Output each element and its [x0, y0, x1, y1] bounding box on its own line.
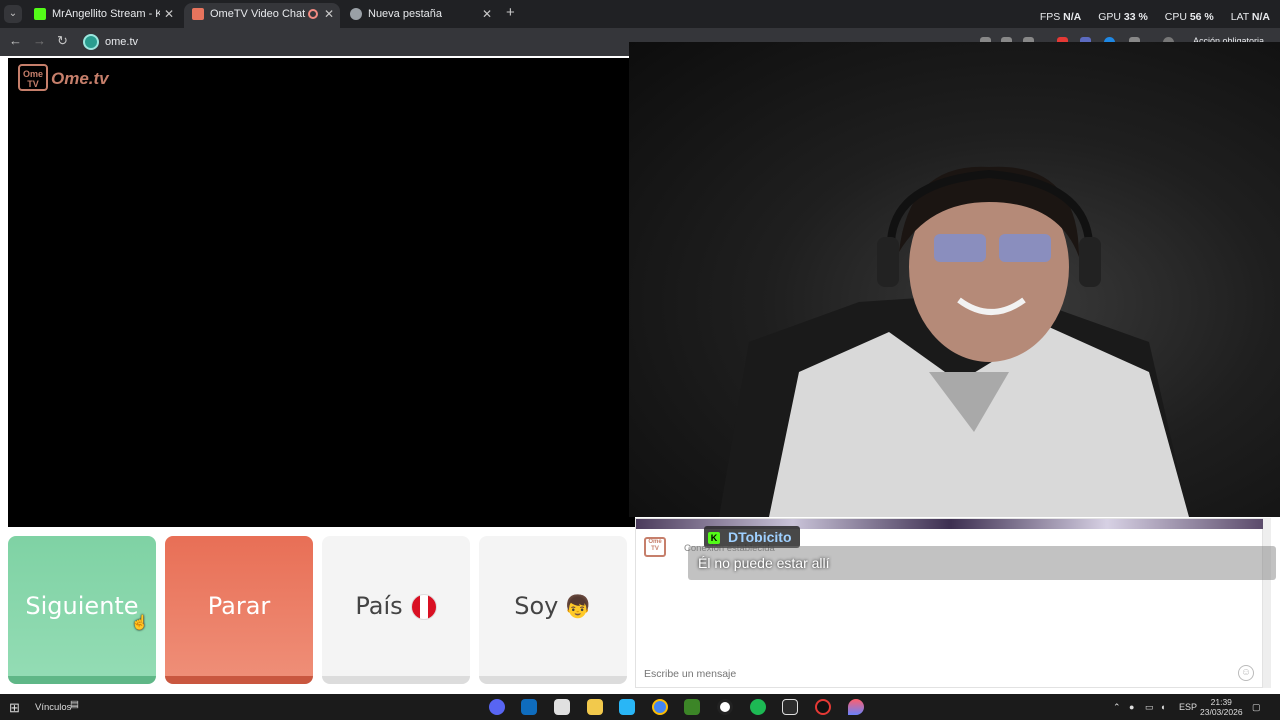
kick-logo-icon: K	[708, 532, 720, 545]
volume-icon[interactable]: ◖	[1160, 702, 1165, 712]
store-icon[interactable]	[554, 699, 570, 715]
app-f-icon[interactable]	[619, 699, 635, 715]
fps-label: FPS	[1039, 11, 1061, 23]
ometv-favicon-icon	[192, 8, 204, 20]
username-text: DTobicito	[728, 529, 792, 545]
clock-date: 23/03/2026	[1200, 707, 1243, 717]
gpu-value: 33 %	[1123, 11, 1148, 23]
drop-app-icon[interactable]	[848, 699, 864, 715]
peru-flag-icon	[410, 594, 437, 620]
language-indicator[interactable]: ESP	[1179, 702, 1197, 712]
person-silhouette-icon	[719, 166, 1189, 517]
tab-strip: ⌄ MrAngellito Stream - Kick Dash ✕ OmeTV…	[0, 0, 1280, 28]
reload-icon[interactable]: ↻	[57, 33, 68, 49]
site-info-icon[interactable]	[83, 34, 99, 50]
ometv-logo: Ome TV Ome.tv	[18, 64, 109, 92]
cpu-label: CPU	[1164, 11, 1187, 23]
ometv-chat-logo-icon: Ome TV	[644, 537, 666, 557]
close-icon[interactable]: ✕	[164, 3, 174, 25]
forward-icon[interactable]: →	[33, 33, 46, 48]
gpu-label: GPU	[1098, 11, 1121, 23]
control-buttons: Siguiente Parar País Soy 👦	[8, 536, 628, 686]
boy-emoji-icon: 👦	[564, 594, 592, 620]
chrome-icon[interactable]	[652, 699, 668, 715]
gender-label: Soy	[514, 592, 559, 620]
hand-cursor-icon: ☝	[131, 614, 149, 630]
minecraft-icon[interactable]	[684, 699, 700, 715]
tab-title: Nueva pestaña	[368, 8, 442, 20]
logo-box: Ome TV	[18, 64, 48, 91]
ometv-page: Ome TV Ome.tv Siguiente Parar País Soy👦	[0, 42, 1280, 694]
address-bar[interactable]: ome.tv	[105, 36, 138, 48]
vinculos-toolbar[interactable]: Vínculos	[35, 702, 71, 713]
folder-icon[interactable]: ▤	[70, 699, 79, 710]
tab-ometv[interactable]: OmeTV Video Chat — Ome ✕	[184, 3, 340, 28]
close-icon[interactable]: ✕	[482, 3, 492, 25]
clock-time: 21:39	[1210, 697, 1232, 707]
cpu-value: 56 %	[1189, 11, 1214, 23]
remote-video: Ome TV Ome.tv	[8, 58, 635, 527]
clock[interactable]: 21:39 23/03/2026	[1200, 697, 1243, 717]
lat-value: N/A	[1251, 11, 1270, 23]
discord-icon[interactable]	[489, 699, 505, 715]
tab-title: OmeTV Video Chat — Ome	[210, 8, 306, 20]
stream-chat-message: Él no puede estar allí	[688, 546, 1276, 580]
country-button[interactable]: País	[322, 536, 470, 684]
logo-text: Ome.tv	[51, 69, 109, 88]
epic-games-icon[interactable]	[782, 699, 798, 715]
kick-favicon-icon	[34, 8, 46, 20]
tab-title: MrAngellito Stream - Kick Dash	[52, 8, 160, 20]
performance-overlay: FPS N/A GPU 33 % CPU 56 % LAT N/A	[1040, 11, 1270, 23]
new-tab-button[interactable]: +	[506, 4, 515, 21]
chat-input[interactable]	[644, 664, 1204, 684]
webcam-overlay	[629, 42, 1280, 517]
gender-button[interactable]: Soy 👦	[479, 536, 627, 684]
stream-chat-username: K DTobicito	[704, 526, 800, 548]
file-explorer-icon[interactable]	[587, 699, 603, 715]
chrome-icon	[350, 8, 362, 20]
windows-start-icon[interactable]: ⊞	[9, 700, 20, 716]
tray-chevron-icon[interactable]: ⌃	[1113, 702, 1121, 713]
country-label: País	[355, 592, 403, 620]
recording-icon	[308, 9, 318, 19]
microphone-icon[interactable]: ●	[1129, 702, 1134, 712]
app-icon[interactable]	[815, 699, 831, 715]
tab-new[interactable]: Nueva pestaña ✕	[342, 3, 498, 28]
obs-icon[interactable]	[717, 699, 733, 715]
fps-value: N/A	[1063, 11, 1082, 23]
tab-search-button[interactable]: ⌄	[4, 5, 22, 23]
mail-icon[interactable]	[521, 699, 537, 715]
close-icon[interactable]: ✕	[324, 3, 334, 25]
chat-scrollbar[interactable]	[1263, 518, 1271, 688]
emoji-picker-icon[interactable]: ☺	[1238, 665, 1254, 681]
network-icon[interactable]: ▭	[1145, 702, 1154, 713]
stop-button[interactable]: Parar	[165, 536, 313, 684]
lat-label: LAT	[1230, 11, 1249, 23]
tab-kick[interactable]: MrAngellito Stream - Kick Dash ✕	[26, 3, 180, 28]
next-button[interactable]: Siguiente	[8, 536, 156, 684]
back-icon[interactable]: ←	[9, 33, 22, 48]
spotify-icon[interactable]	[750, 699, 766, 715]
notifications-icon[interactable]: ▢	[1252, 702, 1261, 713]
windows-taskbar: ⊞ Vínculos ▤ ⌃ ● ▭ ◖ ESP 21:39 23/03/202…	[0, 694, 1280, 720]
